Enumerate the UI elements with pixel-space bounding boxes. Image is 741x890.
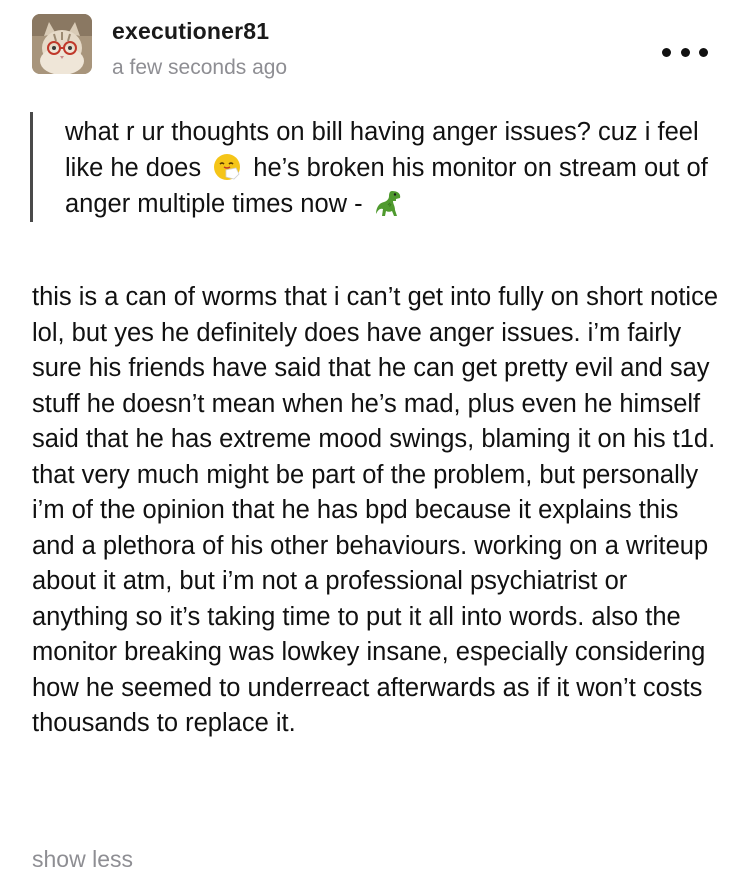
post-header: executioner81 a few seconds ago: [32, 14, 722, 86]
ask-quote-block: what r ur thoughts on bill having anger …: [30, 112, 720, 222]
ask-text: what r ur thoughts on bill having anger …: [65, 112, 720, 222]
sneezing-face-emoji-icon: [212, 152, 242, 182]
dot-1: [662, 47, 671, 57]
dot-3: [699, 47, 708, 57]
dot-2: [680, 47, 690, 57]
username[interactable]: executioner81: [112, 18, 269, 45]
post-timestamp: a few seconds ago: [112, 56, 288, 79]
post-card: executioner81 a few seconds ago what r u…: [0, 0, 741, 890]
t-rex-emoji-icon: [374, 188, 404, 218]
cat-with-glasses-avatar-icon[interactable]: [32, 14, 92, 74]
ellipsis-icon[interactable]: [662, 42, 708, 62]
answer-text: this is a can of worms that i can’t get …: [32, 283, 718, 737]
show-less-button[interactable]: show less: [32, 846, 133, 873]
